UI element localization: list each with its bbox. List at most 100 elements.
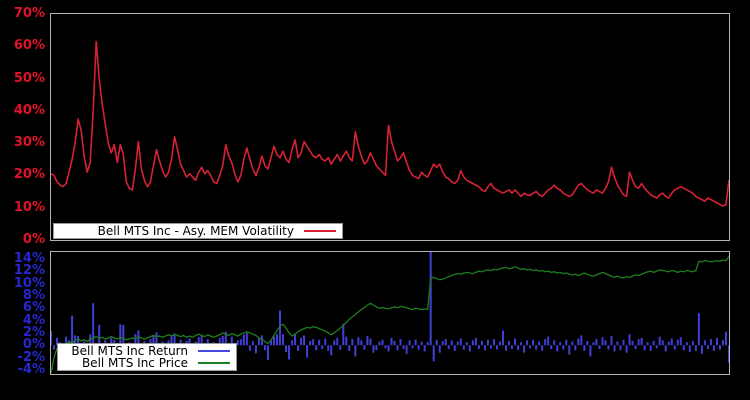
- return-bar: [412, 345, 414, 348]
- return-bar: [466, 342, 468, 345]
- return-bar: [641, 338, 643, 345]
- return-bar: [92, 303, 94, 345]
- return-bar: [710, 339, 712, 345]
- return-bar: [327, 345, 329, 351]
- y-tick-label: 20%: [0, 168, 45, 182]
- return-bar: [656, 345, 658, 348]
- price-legend-label: Bell MTS Inc Price: [82, 357, 188, 369]
- volatility-line-svg: [51, 14, 729, 240]
- return-bar: [544, 339, 546, 345]
- return-bar: [647, 342, 649, 345]
- y-tick-label: 0%: [0, 233, 45, 247]
- return-bar: [635, 345, 637, 349]
- return-bar: [526, 340, 528, 345]
- return-bar: [610, 336, 612, 345]
- return-bar: [469, 345, 471, 351]
- return-bar: [51, 331, 52, 345]
- return-bar: [357, 337, 359, 345]
- return-bar: [586, 341, 588, 345]
- return-bar: [650, 345, 652, 351]
- return-bar: [384, 345, 386, 348]
- return-bar: [713, 345, 715, 351]
- return-bar: [273, 337, 275, 346]
- return-bar: [653, 341, 655, 345]
- return-bar: [514, 338, 516, 345]
- return-bar: [728, 345, 729, 362]
- y-tick-label: 50%: [0, 72, 45, 86]
- return-bar: [243, 335, 245, 346]
- return-bar: [366, 336, 368, 345]
- return-bar: [324, 338, 326, 345]
- return-bar: [288, 345, 290, 359]
- return-bar: [589, 345, 591, 356]
- return-bar: [523, 345, 525, 352]
- return-bar: [354, 345, 356, 356]
- return-bar: [629, 334, 631, 345]
- return-bar: [722, 340, 724, 345]
- return-bar: [505, 345, 507, 351]
- return-bar: [499, 342, 501, 346]
- return-bar: [321, 345, 323, 349]
- returns-legend: Bell MTS Inc Return Bell MTS Inc Price: [57, 343, 237, 371]
- return-bar: [282, 334, 284, 345]
- return-bar: [348, 345, 350, 351]
- return-bar: [372, 345, 374, 352]
- return-bar: [264, 345, 266, 350]
- y-tick-label: -4%: [0, 363, 45, 377]
- return-bar: [725, 332, 727, 346]
- return-bar: [517, 345, 519, 350]
- volatility-line-sample: [304, 230, 336, 232]
- return-bar: [632, 341, 634, 345]
- return-bar: [400, 339, 402, 345]
- return-bar: [535, 345, 537, 349]
- return-bar: [433, 345, 435, 361]
- return-bar: [695, 345, 697, 351]
- return-bar: [511, 345, 513, 349]
- return-bar: [716, 338, 718, 345]
- return-bar: [330, 345, 332, 355]
- return-bar: [574, 345, 576, 350]
- return-bar: [607, 345, 609, 349]
- return-bar: [601, 337, 603, 345]
- return-bar: [547, 337, 549, 346]
- return-bar: [445, 339, 447, 345]
- return-bar: [626, 345, 628, 352]
- return-bar: [430, 252, 432, 345]
- return-bar: [583, 345, 585, 351]
- return-bar: [565, 340, 567, 346]
- return-bar: [448, 345, 450, 349]
- return-bar: [255, 345, 257, 353]
- return-bar: [644, 345, 646, 350]
- return-bar: [665, 345, 667, 351]
- return-bar: [318, 340, 320, 346]
- return-bar: [403, 345, 405, 349]
- return-bar: [692, 341, 694, 345]
- return-bar: [529, 345, 531, 348]
- return-bar: [562, 345, 564, 349]
- return-bar: [478, 345, 480, 349]
- return-bar: [683, 345, 685, 350]
- return-bar: [659, 337, 661, 346]
- return-bar: [391, 338, 393, 345]
- return-bar: [360, 340, 362, 345]
- volatility-plot-area: Bell MTS Inc - Asy. MEM Volatility: [50, 13, 730, 241]
- return-bar: [592, 342, 594, 345]
- return-bar: [312, 339, 314, 345]
- return-bar: [309, 341, 311, 345]
- return-bar: [620, 345, 622, 350]
- return-bar: [369, 338, 371, 345]
- return-bar: [490, 345, 492, 348]
- return-bar: [613, 345, 615, 351]
- return-bar: [457, 342, 459, 346]
- return-bar: [53, 345, 55, 349]
- return-bar: [276, 334, 278, 345]
- return-bar: [568, 345, 570, 354]
- volatility-legend: Bell MTS Inc - Asy. MEM Volatility: [53, 223, 343, 239]
- return-bar: [415, 340, 417, 346]
- return-bar: [487, 340, 489, 346]
- return-bar: [493, 339, 495, 345]
- return-bar: [258, 338, 260, 345]
- legend-row: Bell MTS Inc - Asy. MEM Volatility: [54, 225, 342, 237]
- y-tick-label: 30%: [0, 136, 45, 150]
- return-bar: [303, 335, 305, 345]
